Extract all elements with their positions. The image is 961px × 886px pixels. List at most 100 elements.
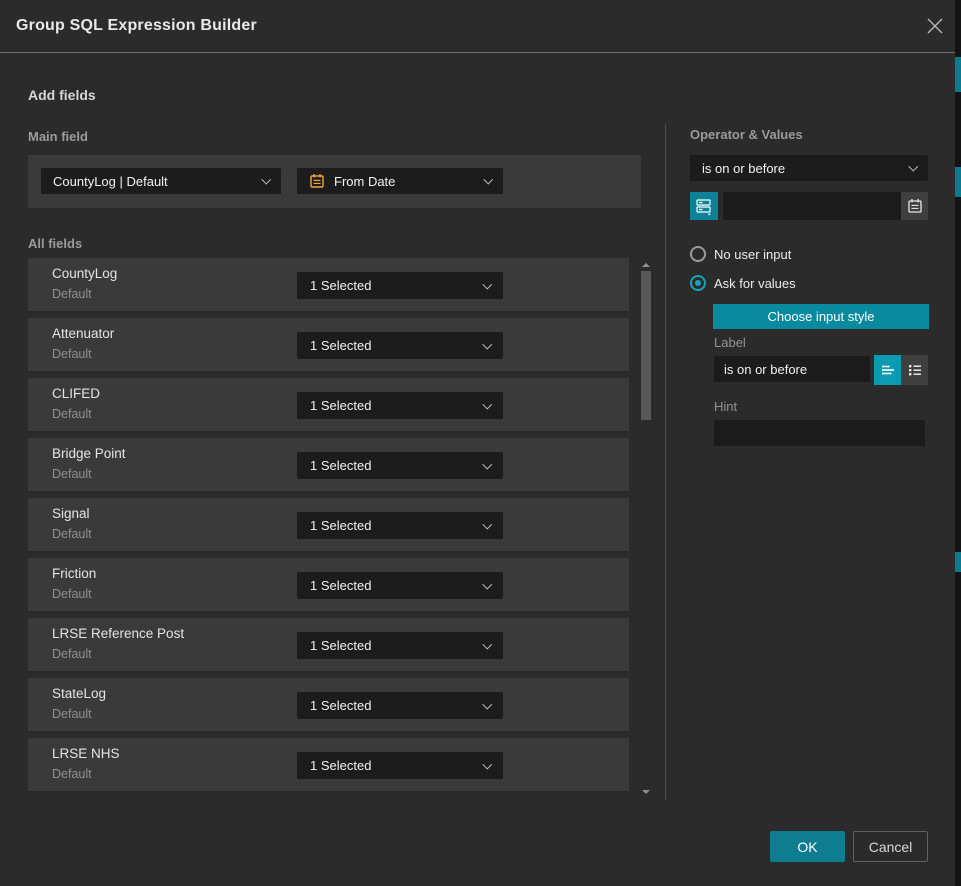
layer-select[interactable]: CountyLog | Default (41, 168, 281, 194)
background-app-strip (955, 0, 961, 886)
chevron-down-icon (482, 339, 491, 348)
bullet-list-icon (907, 362, 923, 378)
input-style-list-button[interactable] (901, 355, 928, 385)
field-list-item: LRSE NHS Default 1 Selected (28, 738, 629, 791)
align-left-icon (880, 362, 896, 378)
close-button[interactable] (924, 15, 946, 37)
field-name: LRSE Reference Post (52, 626, 184, 641)
chevron-down-icon (482, 759, 491, 768)
field-values-select[interactable]: 1 Selected (297, 632, 503, 659)
field-subtitle: Default (52, 467, 92, 481)
multiple-values-icon (695, 197, 714, 216)
label-input[interactable] (714, 356, 870, 382)
main-field-select-value: From Date (334, 174, 395, 189)
field-name: CLIFED (52, 386, 100, 401)
choose-input-style-button[interactable]: Choose input style (713, 304, 929, 329)
chevron-down-icon (482, 279, 491, 288)
label-field-label: Label (714, 335, 746, 350)
all-fields-label: All fields (28, 236, 82, 251)
field-name: LRSE NHS (52, 746, 120, 761)
chevron-down-icon (482, 399, 491, 408)
field-values-select[interactable]: 1 Selected (297, 272, 503, 299)
selected-count: 1 Selected (310, 458, 371, 473)
field-list-item: Signal Default 1 Selected (28, 498, 629, 551)
date-picker-button[interactable] (901, 192, 928, 220)
field-values-select[interactable]: 1 Selected (297, 392, 503, 419)
chevron-down-icon (482, 519, 491, 528)
input-style-single-button[interactable] (874, 355, 901, 385)
operator-select-value: is on or before (702, 161, 785, 176)
main-field-label: Main field (28, 129, 88, 144)
field-name: Attenuator (52, 326, 114, 341)
field-subtitle: Default (52, 527, 92, 541)
chevron-down-icon (908, 162, 917, 171)
hint-field-label: Hint (714, 399, 737, 414)
field-subtitle: Default (52, 407, 92, 421)
field-values-select[interactable]: 1 Selected (297, 332, 503, 359)
field-list-item: CLIFED Default 1 Selected (28, 378, 629, 431)
radio-ask-for-values[interactable] (690, 275, 706, 291)
field-name: Signal (52, 506, 90, 521)
field-values-select[interactable]: 1 Selected (297, 752, 503, 779)
selected-count: 1 Selected (310, 758, 371, 773)
chevron-down-icon (482, 459, 491, 468)
field-subtitle: Default (52, 647, 92, 661)
chevron-down-icon (483, 175, 492, 184)
list-scrollbar-thumb[interactable] (641, 271, 651, 420)
value-input[interactable] (723, 192, 901, 220)
selected-count: 1 Selected (310, 398, 371, 413)
field-list-item: CountyLog Default 1 Selected (28, 258, 629, 311)
cancel-button[interactable]: Cancel (853, 831, 928, 862)
field-name: Bridge Point (52, 446, 126, 461)
field-values-select[interactable]: 1 Selected (297, 512, 503, 539)
background-fragment (955, 57, 961, 92)
radio-no-user-input[interactable] (690, 246, 706, 262)
field-list-item: Friction Default 1 Selected (28, 558, 629, 611)
operator-select[interactable]: is on or before (690, 155, 928, 181)
operator-values-heading: Operator & Values (690, 127, 803, 142)
scrollbar-up-arrow-icon[interactable] (642, 263, 650, 267)
background-fragment (955, 167, 961, 197)
field-subtitle: Default (52, 287, 92, 301)
selected-count: 1 Selected (310, 338, 371, 353)
field-name: Friction (52, 566, 96, 581)
selected-count: 1 Selected (310, 638, 371, 653)
scrollbar-down-arrow-icon[interactable] (642, 790, 650, 794)
calendar-icon (907, 198, 923, 214)
selected-count: 1 Selected (310, 278, 371, 293)
hint-input[interactable] (714, 420, 925, 446)
field-list-item: LRSE Reference Post Default 1 Selected (28, 618, 629, 671)
radio-no-user-input-label[interactable]: No user input (714, 247, 791, 262)
field-list-item: Bridge Point Default 1 Selected (28, 438, 629, 491)
main-field-select[interactable]: From Date (297, 168, 503, 194)
chevron-down-icon (482, 579, 491, 588)
add-fields-heading: Add fields (28, 87, 96, 103)
field-subtitle: Default (52, 767, 92, 781)
field-list-item: StateLog Default 1 Selected (28, 678, 629, 731)
field-name: StateLog (52, 686, 106, 701)
group-sql-expression-builder-dialog: Group SQL Expression Builder Add fields … (0, 0, 961, 886)
selected-count: 1 Selected (310, 698, 371, 713)
field-list-item: Attenuator Default 1 Selected (28, 318, 629, 371)
ok-button[interactable]: OK (770, 831, 845, 862)
field-subtitle: Default (52, 347, 92, 361)
chevron-down-icon (482, 699, 491, 708)
field-values-select[interactable]: 1 Selected (297, 572, 503, 599)
radio-dot (695, 280, 701, 286)
dialog-title: Group SQL Expression Builder (16, 0, 257, 52)
field-subtitle: Default (52, 587, 92, 601)
multiple-values-button[interactable] (690, 192, 718, 220)
radio-ask-for-values-label[interactable]: Ask for values (714, 276, 796, 291)
field-subtitle: Default (52, 707, 92, 721)
chevron-down-icon (482, 639, 491, 648)
field-values-select[interactable]: 1 Selected (297, 692, 503, 719)
date-field-icon (309, 173, 325, 189)
selected-count: 1 Selected (310, 578, 371, 593)
selected-count: 1 Selected (310, 518, 371, 533)
chevron-down-icon (261, 175, 270, 184)
close-icon (924, 15, 946, 37)
panel-divider (665, 124, 666, 800)
field-name: CountyLog (52, 266, 117, 281)
field-values-select[interactable]: 1 Selected (297, 452, 503, 479)
layer-select-value: CountyLog | Default (53, 174, 168, 189)
